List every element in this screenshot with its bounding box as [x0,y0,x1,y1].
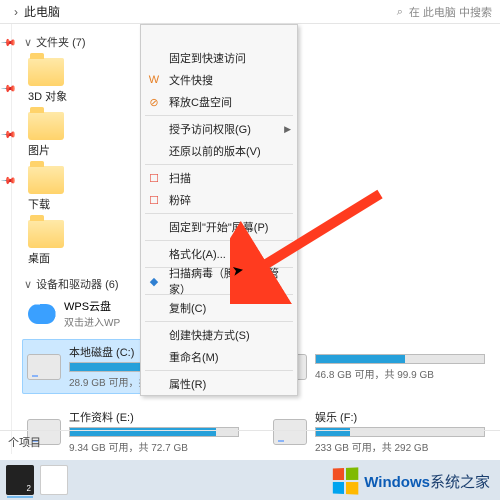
menu-item[interactable] [141,25,297,47]
menu-item-label: 授予访问权限(G) [169,121,251,137]
menu-item-label: 还原以前的版本(V) [169,143,261,159]
folder-icon [28,112,64,140]
menu-item[interactable]: 重命名(M) [141,346,297,368]
menu-item[interactable]: 固定到"开始"屏幕(P) [141,216,297,238]
menu-item-label: 扫描病毒（腾讯电脑管家） [169,265,287,297]
folder-icon [28,220,64,248]
menu-item[interactable]: ☐ 扫描 [141,167,297,189]
menu-item[interactable]: ⊘ 释放C盘空间 [141,91,297,113]
drive-icon [27,354,61,380]
drives-header-label: 设备和驱动器 (6) [36,276,119,292]
chevron-right-icon: › [14,5,18,19]
windows-logo-icon [333,467,358,494]
submenu-arrow-icon: ▶ [284,124,291,135]
menu-item-label: 格式化(A)... [169,246,226,262]
menu-item-label: 固定到快速访问 [169,50,246,66]
menu-item[interactable]: 属性(R) [141,373,297,395]
menu-separator [145,370,293,371]
folder-label: 桌面 [28,250,50,266]
menu-item-icon: ⊘ [147,95,161,109]
folder-icon [28,166,64,194]
menu-separator [145,115,293,116]
menu-item-icon: ◆ [147,274,161,288]
menu-item[interactable]: 复制(C) [141,297,297,319]
menu-item-label: 创建快捷方式(S) [169,327,250,343]
menu-item[interactable]: 固定到快速访问 [141,47,297,69]
folder-label: 图片 [28,142,50,158]
menu-separator [145,164,293,165]
folder-label: 3D 对象 [28,88,67,104]
menu-item-label: 固定到"开始"屏幕(P) [169,219,268,235]
menu-item[interactable]: ◆扫描病毒（腾讯电脑管家） [141,270,297,292]
nav-pane-edge: 📌 📌 📌 📌 [0,24,12,454]
capacity-bar [315,354,485,364]
menu-item-label: 释放C盘空间 [169,94,232,110]
cloud-name: WPS云盘 [64,298,120,314]
menu-separator [145,321,293,322]
menu-item[interactable]: 创建快捷方式(S) [141,324,297,346]
menu-item-icon: ☐ [147,193,161,207]
menu-item-label: 属性(R) [169,376,206,392]
menu-item-icon: ☐ [147,171,161,185]
drive-name: 娱乐 (F:) [315,409,485,425]
menu-separator [145,240,293,241]
content-pane: ∨ 文件夹 (7) 3D 对象图片下载桌面 ∨ 设备和驱动器 (6) WPS云盘… [12,24,500,454]
caret-down-icon: ∨ [24,36,32,49]
caret-down-icon: ∨ [24,278,32,291]
taskbar-item[interactable] [40,465,68,495]
drive-name: 工作资料 (E:) [69,409,239,425]
context-menu: 固定到快速访问 W 文件快搜 ⊘ 释放C盘空间授予访问权限(G) ▶ 还原以前的版本(V) ☐… [140,24,298,396]
watermark-text: Windows系统之家 [364,471,490,492]
search-icon: ⌕ [397,6,403,19]
menu-item-label: 文件快搜 [169,72,213,88]
folder-icon [28,58,64,86]
menu-item[interactable]: 还原以前的版本(V) [141,140,297,162]
folder-label: 下载 [28,196,50,212]
search-box[interactable]: ⌕ 在 此电脑 中搜索 [397,2,492,22]
status-text: 个项目 [8,434,41,450]
cursor-icon: ➤ [231,261,246,280]
menu-item-label: 重命名(M) [169,349,219,365]
menu-item[interactable]: 格式化(A)... [141,243,297,265]
menu-item[interactable]: ☐ 粉碎 [141,189,297,211]
cloud-sub: 双击进入WP [64,314,120,329]
menu-item-label: 复制(C) [169,300,206,316]
cloud-icon [28,304,56,324]
menu-item-icon: W [147,73,161,87]
taskbar-badge: 2 [27,484,31,493]
drive-free: 46.8 GB 可用，共 99.9 GB [315,366,485,381]
location-title: 此电脑 [24,3,60,20]
search-placeholder: 在 此电脑 中搜索 [409,4,492,20]
menu-item-label: 粉碎 [169,192,191,208]
menu-separator [145,213,293,214]
menu-item[interactable]: W 文件快搜 [141,69,297,91]
menu-item-label: 扫描 [169,170,191,186]
watermark: Windows系统之家 [332,468,490,494]
status-bar: 个项目 [0,430,500,452]
taskbar-item[interactable]: 2 [6,465,34,495]
drive-item[interactable]: 46.8 GB 可用，共 99.9 GB [268,339,490,394]
menu-item[interactable]: 授予访问权限(G) ▶ [141,118,297,140]
folders-header-label: 文件夹 (7) [36,34,86,50]
